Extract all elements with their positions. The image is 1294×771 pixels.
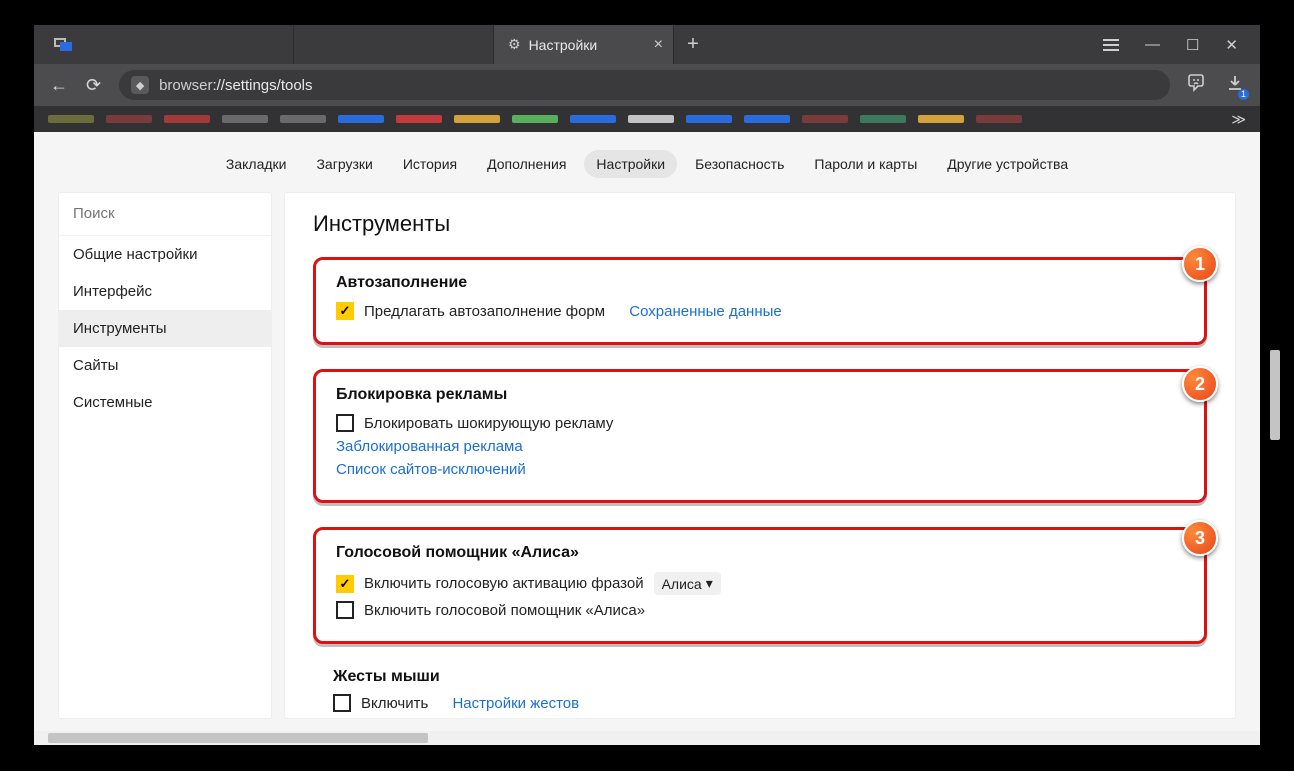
tab-settings[interactable]: ⚙ Настройки ×	[494, 25, 674, 64]
bookmark-item[interactable]	[396, 115, 442, 123]
section-title: Голосовой помощник «Алиса»	[336, 544, 1184, 562]
feedback-icon[interactable]	[1186, 73, 1206, 98]
reload-icon[interactable]: ⟳	[86, 75, 101, 96]
workspace-icon[interactable]	[54, 38, 74, 52]
bookmark-item[interactable]	[164, 115, 210, 123]
minimize-icon[interactable]: —	[1145, 36, 1160, 53]
checkbox-autofill[interactable]: ✓	[336, 302, 354, 320]
annotation-callout-3: 3	[1182, 520, 1218, 556]
downloads-badge: 1	[1238, 89, 1249, 100]
topmenu-item[interactable]: История	[391, 150, 469, 178]
section-mouse-gestures: Жесты мыши Включить Настройки жестов	[313, 668, 1207, 712]
bookmark-item[interactable]	[454, 115, 500, 123]
tab-inactive-2[interactable]	[294, 25, 494, 64]
bookmark-item[interactable]	[628, 115, 674, 123]
title-bar: ⚙ Настройки × + — ☐ ✕	[34, 25, 1260, 64]
bookmarks-bar: ≫	[34, 106, 1260, 132]
checkbox-label: Блокировать шокирующую рекламу	[364, 415, 613, 432]
settings-sidebar: Общие настройкиИнтерфейсИнструментыСайты…	[58, 192, 272, 719]
bookmark-item[interactable]	[744, 115, 790, 123]
browser-window: ⚙ Настройки × + — ☐ ✕ ← ⟳ ◆ browser://se…	[34, 25, 1260, 745]
tab-strip: ⚙ Настройки × +	[94, 25, 1081, 64]
topmenu-item[interactable]: Безопасность	[683, 150, 796, 178]
bookmark-item[interactable]	[222, 115, 268, 123]
bookmark-item[interactable]	[106, 115, 152, 123]
settings-panel: Инструменты 1 Автозаполнение ✓ Предлагат…	[284, 192, 1236, 719]
bookmark-item[interactable]	[338, 115, 384, 123]
tab-title: Настройки	[529, 37, 598, 53]
address-bar[interactable]: ◆ browser://settings/tools	[119, 70, 1170, 100]
annotation-callout-2: 2	[1182, 366, 1218, 402]
bookmark-item[interactable]	[512, 115, 558, 123]
checkbox-label: Включить голосовой помощник «Алиса»	[364, 602, 645, 619]
section-title: Автозаполнение	[336, 274, 1184, 292]
back-icon[interactable]: ←	[50, 75, 68, 96]
close-window-icon[interactable]: ✕	[1225, 36, 1238, 54]
navigation-bar: ← ⟳ ◆ browser://settings/tools 1	[34, 64, 1260, 106]
page-content: ЗакладкиЗагрузкиИсторияДополненияНастрой…	[34, 132, 1260, 731]
link-exceptions[interactable]: Список сайтов-исключений	[336, 461, 526, 478]
new-tab-button[interactable]: +	[674, 25, 712, 64]
topmenu-item[interactable]: Загрузки	[304, 150, 384, 178]
sidebar-item[interactable]: Общие настройки	[59, 236, 271, 273]
topmenu-item[interactable]: Настройки	[584, 150, 677, 178]
link-blocked-ads[interactable]: Заблокированная реклама	[336, 438, 523, 455]
sidebar-item[interactable]: Инструменты	[59, 310, 271, 347]
link-saved-data[interactable]: Сохраненные данные	[629, 303, 781, 320]
section-adblock: 2 Блокировка рекламы Блокировать шокирую…	[313, 369, 1207, 503]
search-input[interactable]	[73, 205, 257, 222]
bookmark-item[interactable]	[570, 115, 616, 123]
sidebar-search	[59, 193, 271, 236]
bookmarks-overflow-icon[interactable]: ≫	[1231, 111, 1246, 128]
section-autofill: 1 Автозаполнение ✓ Предлагать автозаполн…	[313, 257, 1207, 345]
url-path: ://settings/tools	[212, 77, 312, 94]
topmenu-item[interactable]: Другие устройства	[935, 150, 1080, 178]
sidebar-item[interactable]: Системные	[59, 384, 271, 421]
close-tab-icon[interactable]: ×	[654, 36, 663, 54]
bookmark-item[interactable]	[686, 115, 732, 123]
topmenu-item[interactable]: Пароли и карты	[802, 150, 929, 178]
downloads-icon[interactable]: 1	[1226, 74, 1244, 97]
main-layout: Общие настройкиИнтерфейсИнструментыСайты…	[34, 192, 1260, 719]
checkbox-block-shocking[interactable]	[336, 414, 354, 432]
site-info-icon[interactable]: ◆	[131, 76, 149, 94]
sidebar-item[interactable]: Интерфейс	[59, 273, 271, 310]
tab-inactive-1[interactable]	[94, 25, 294, 64]
vertical-scrollbar-thumb[interactable]	[1270, 350, 1280, 440]
bookmark-item[interactable]	[802, 115, 848, 123]
sidebar-item[interactable]: Сайты	[59, 347, 271, 384]
chevron-down-icon: ▾	[706, 575, 713, 592]
topmenu-item[interactable]: Закладки	[214, 150, 299, 178]
section-title: Блокировка рекламы	[336, 386, 1184, 404]
phrase-select[interactable]: Алиса▾	[654, 572, 721, 595]
bookmark-item[interactable]	[280, 115, 326, 123]
section-title: Жесты мыши	[333, 668, 1187, 686]
bookmark-item[interactable]	[918, 115, 964, 123]
settings-top-menu: ЗакладкиЗагрузкиИсторияДополненияНастрой…	[34, 132, 1260, 192]
checkbox-label: Включить	[361, 695, 428, 712]
window-controls: — ☐ ✕	[1081, 36, 1260, 54]
checkbox-voice-activation[interactable]: ✓	[336, 575, 354, 593]
page-title: Инструменты	[313, 211, 1207, 237]
checkbox-label: Включить голосовую активацию фразой	[364, 575, 644, 592]
checkbox-enable-alice[interactable]	[336, 601, 354, 619]
maximize-icon[interactable]: ☐	[1186, 36, 1199, 54]
toolbar-tray: 1	[1186, 73, 1244, 98]
scrollbar-thumb[interactable]	[48, 733, 428, 743]
bookmark-item[interactable]	[860, 115, 906, 123]
annotation-callout-1: 1	[1182, 246, 1218, 282]
checkbox-label: Предлагать автозаполнение форм	[364, 303, 605, 320]
menu-icon[interactable]	[1103, 39, 1119, 51]
gear-icon: ⚙	[508, 36, 521, 53]
link-gesture-settings[interactable]: Настройки жестов	[452, 695, 579, 712]
topmenu-item[interactable]: Дополнения	[475, 150, 578, 178]
section-alice: 3 Голосовой помощник «Алиса» ✓ Включить …	[313, 527, 1207, 644]
bookmark-item[interactable]	[48, 115, 94, 123]
checkbox-gestures[interactable]	[333, 694, 351, 712]
horizontal-scrollbar[interactable]	[34, 731, 1260, 745]
url-host: browser	[159, 77, 212, 94]
bookmark-item[interactable]	[976, 115, 1022, 123]
